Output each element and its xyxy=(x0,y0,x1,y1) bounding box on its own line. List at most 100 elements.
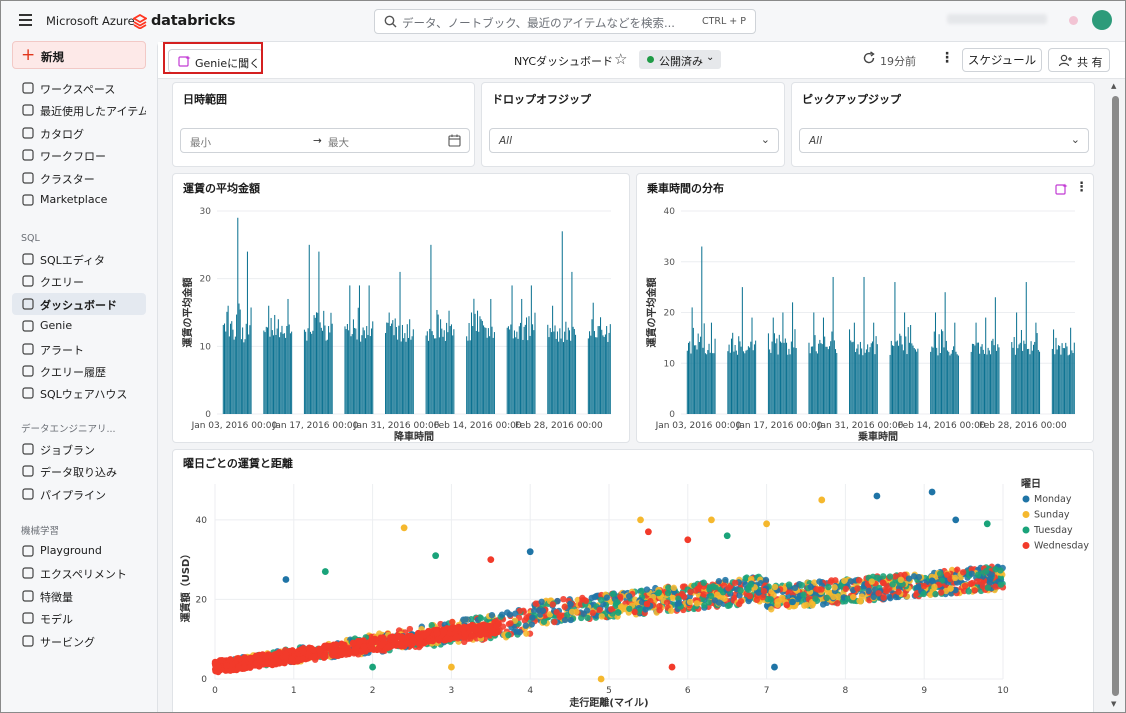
bar xyxy=(698,341,700,414)
pickup-zip-select[interactable]: All ⌄ xyxy=(799,128,1089,153)
bar xyxy=(519,322,522,414)
scatter-point xyxy=(645,528,652,536)
sidebar-item[interactable]: SQLエディタ xyxy=(12,248,146,270)
bar xyxy=(1024,343,1026,414)
sidebar-item[interactable]: カタログ xyxy=(12,122,146,144)
databricks-logo[interactable]: databricks xyxy=(133,12,235,30)
sidebar-item[interactable]: ワークフロー xyxy=(12,144,146,166)
scatter-point xyxy=(684,536,692,544)
bar xyxy=(314,317,316,414)
user-avatar[interactable] xyxy=(1092,10,1112,30)
scatter-point xyxy=(771,663,778,671)
sidebar-item[interactable]: アラート xyxy=(12,338,146,360)
share-button[interactable]: 共 有 xyxy=(1048,48,1110,72)
scatter-point xyxy=(680,593,688,601)
genie-sparkle-icon[interactable] xyxy=(1055,183,1068,195)
bar xyxy=(513,330,515,414)
bar xyxy=(986,354,988,414)
sidebar-item[interactable]: 特徴量 xyxy=(12,585,146,607)
scatter-point xyxy=(560,595,567,603)
scatter-point xyxy=(256,656,264,664)
sidebar-item[interactable]: ダッシュボード xyxy=(12,292,146,315)
scatter-point xyxy=(831,584,838,591)
scatter-point xyxy=(561,603,568,611)
bar xyxy=(432,335,434,414)
bar xyxy=(868,352,870,414)
scatter-point xyxy=(289,647,296,654)
bar xyxy=(493,332,495,414)
scatter-point xyxy=(803,601,810,609)
scatter-point xyxy=(997,567,1004,574)
history-icon xyxy=(21,364,35,378)
bar xyxy=(876,344,878,414)
refresh-icon[interactable] xyxy=(862,51,876,65)
favorite-star-icon[interactable]: ☆ xyxy=(614,50,627,68)
bar xyxy=(232,329,234,414)
bar xyxy=(561,231,563,414)
sidebar-item[interactable]: Genie xyxy=(12,315,146,337)
bar xyxy=(244,339,246,414)
sidebar-item[interactable]: Playground xyxy=(12,540,146,562)
bar xyxy=(1018,344,1020,414)
scatter-point xyxy=(947,585,954,592)
bar xyxy=(596,337,598,414)
sidebar-item[interactable]: クエリー xyxy=(12,270,146,292)
scatter-point xyxy=(936,570,944,577)
global-search-input[interactable]: データ、ノートブック、最近のアイテムなどを検索... CTRL + P xyxy=(374,9,756,34)
date-range-input[interactable]: 最小 → 最大 xyxy=(180,128,470,153)
dropoff-zip-filter: ドロップオフジップ All ⌄ xyxy=(481,82,785,167)
sidebar-item[interactable]: エクスペリメント xyxy=(12,562,146,584)
sidebar-item-label: 最近使用したアイテム xyxy=(40,105,146,119)
bar xyxy=(411,336,413,414)
bar xyxy=(708,343,710,414)
avg-fare-chart: 運賃の平均金額 0 10 20 30 Jan 03, 2016 00:00Jan 17, … xyxy=(181,181,611,443)
published-status-dropdown[interactable]: 公開済み ⌄ xyxy=(639,50,721,69)
sidebar-item[interactable]: クラスター xyxy=(12,167,146,189)
scatter-point xyxy=(637,516,644,524)
bar xyxy=(556,331,558,414)
sidebar-item[interactable]: SQLウェアハウス xyxy=(12,382,146,404)
bar xyxy=(821,344,823,414)
scatter-point xyxy=(714,591,721,598)
calendar-icon[interactable] xyxy=(448,134,461,147)
sidebar-item[interactable]: ジョブラン xyxy=(12,438,146,460)
sidebar-item[interactable]: データ取り込み xyxy=(12,460,146,482)
bar xyxy=(792,302,794,414)
scatter-point xyxy=(487,556,495,564)
scatter-point xyxy=(505,631,512,639)
sidebar: + 新規 ワークスペース最近使用したアイテムカタログ ワークフロー クラスター Mar… xyxy=(1,41,157,712)
notification-indicator[interactable] xyxy=(1069,16,1078,25)
more-options-icon[interactable]: ⋮ xyxy=(1075,180,1088,195)
bar xyxy=(795,348,797,414)
sidebar-item[interactable]: モデル xyxy=(12,607,146,629)
scatter-point xyxy=(959,569,967,576)
more-options-icon[interactable]: ⋮ xyxy=(940,50,954,66)
scroll-thumb[interactable] xyxy=(1112,96,1119,696)
scroll-up-icon[interactable]: ▲ xyxy=(1111,82,1116,90)
bar xyxy=(510,324,512,414)
bar xyxy=(355,328,357,414)
scatter-point xyxy=(825,583,832,591)
sidebar-item[interactable]: クエリー履歴 xyxy=(12,360,146,382)
bar xyxy=(987,347,989,414)
sidebar-item[interactable]: パイプライン xyxy=(12,483,146,505)
scatter-point xyxy=(812,595,819,602)
vertical-scrollbar[interactable]: ▲ ▼ xyxy=(1109,82,1123,712)
schedule-button[interactable]: スケジュール xyxy=(962,48,1042,72)
hamburger-menu-icon[interactable] xyxy=(19,14,32,26)
scatter-point xyxy=(442,636,449,644)
scroll-down-icon[interactable]: ▼ xyxy=(1111,700,1116,708)
sidebar-item[interactable]: Marketplace xyxy=(12,189,146,211)
sidebar-item[interactable]: サービング xyxy=(12,630,146,652)
bar xyxy=(349,285,351,414)
bar xyxy=(526,317,528,414)
bar xyxy=(782,312,784,414)
sidebar-item[interactable]: 最近使用したアイテム xyxy=(12,99,146,121)
workspace-switcher[interactable] xyxy=(947,14,1047,24)
sidebar-item[interactable]: ワークスペース xyxy=(12,77,146,99)
dashboard-main: Genieに聞く NYCダッシュボード ☆ 公開済み ⌄ 19分前 ⋮ スケジュ… xyxy=(157,41,1125,712)
dropoff-zip-select[interactable]: All ⌄ xyxy=(489,128,779,153)
new-button[interactable]: + 新規 xyxy=(12,41,146,69)
bar xyxy=(998,347,1000,414)
scatter-point xyxy=(920,582,928,590)
